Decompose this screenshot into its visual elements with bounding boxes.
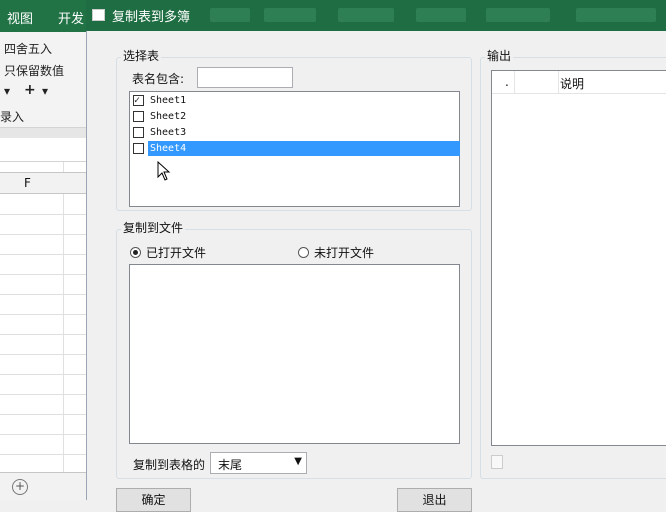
mouse-cursor-icon (157, 161, 171, 181)
keep-values-button[interactable]: 只保留数值 (4, 62, 64, 79)
select-sheets-label: 选择表 (121, 47, 162, 64)
output-table[interactable]: . 说明 (491, 70, 666, 446)
sheet-name: Sheet1 (150, 95, 187, 106)
radio-closed-files[interactable] (298, 247, 309, 258)
app-icon (92, 9, 105, 21)
checkbox-checked[interactable]: ✓ (133, 95, 144, 106)
column-letter[interactable]: F (24, 176, 31, 190)
list-item[interactable]: ✓ Sheet1 (132, 93, 458, 108)
list-item[interactable]: Sheet2 (132, 109, 458, 124)
chevron-down-icon[interactable]: ▾ (4, 84, 10, 98)
exit-button[interactable]: 退出 (397, 488, 472, 512)
column-header-index[interactable]: . (505, 75, 509, 89)
excel-ribbon: 四舍五入 只保留数值 ▾ + ▾ 录入 (0, 32, 86, 128)
radio-open-files-label[interactable]: 已打开文件 (146, 244, 206, 261)
add-sheet-icon[interactable]: + (12, 479, 28, 495)
sheet-name: Sheet2 (150, 111, 187, 122)
copy-position-value: 末尾 (218, 458, 243, 472)
column-header: F (0, 172, 86, 194)
excel-ribbon-tabs: 视图 开发 (0, 0, 86, 32)
name-filter-input[interactable] (197, 67, 293, 88)
round-button[interactable]: 四舍五入 (4, 40, 52, 57)
copy-position-label: 复制到表格的 (133, 458, 206, 472)
copy-to-file-label: 复制到文件 (121, 219, 186, 236)
tab-developer[interactable]: 开发 (58, 8, 84, 27)
checkbox[interactable] (133, 111, 144, 122)
file-list[interactable] (129, 264, 460, 444)
spreadsheet-grid[interactable] (0, 162, 86, 472)
copy-position-select[interactable]: 末尾 ▼ (210, 452, 307, 474)
sheet-list[interactable]: ✓ Sheet1 Sheet2 Sheet3 Sheet4 (129, 91, 460, 207)
dialog-title: 复制表到多簿 (112, 10, 191, 25)
checkbox[interactable] (133, 143, 144, 154)
formula-bar[interactable] (0, 138, 86, 162)
ok-button[interactable]: 确定 (116, 488, 191, 512)
list-item[interactable]: Sheet3 (132, 125, 458, 140)
entry-button[interactable]: 录入 (0, 108, 24, 125)
sheet-name: Sheet3 (150, 127, 187, 138)
plus-icon[interactable]: + (24, 82, 36, 98)
checkbox[interactable] (133, 127, 144, 138)
chevron-down-icon: ▼ (294, 456, 302, 467)
radio-open-files[interactable] (130, 247, 141, 258)
tab-view[interactable]: 视图 (7, 8, 33, 27)
output-label: 输出 (485, 47, 514, 64)
chevron-down-icon[interactable]: ▾ (42, 84, 48, 98)
output-scroll-corner (491, 455, 503, 469)
sheet-tab-bar: + (0, 472, 86, 500)
sheet-name: Sheet4 (148, 141, 460, 156)
column-header-desc[interactable]: 说明 (560, 75, 584, 92)
ribbon-divider (0, 128, 86, 138)
name-filter-label: 表名包含: (132, 72, 185, 86)
radio-closed-files-label[interactable]: 未打开文件 (314, 244, 374, 261)
checkmark-icon: ✓ (134, 95, 141, 106)
list-item-selected[interactable]: Sheet4 (132, 141, 460, 156)
output-table-header: . 说明 (492, 71, 666, 94)
